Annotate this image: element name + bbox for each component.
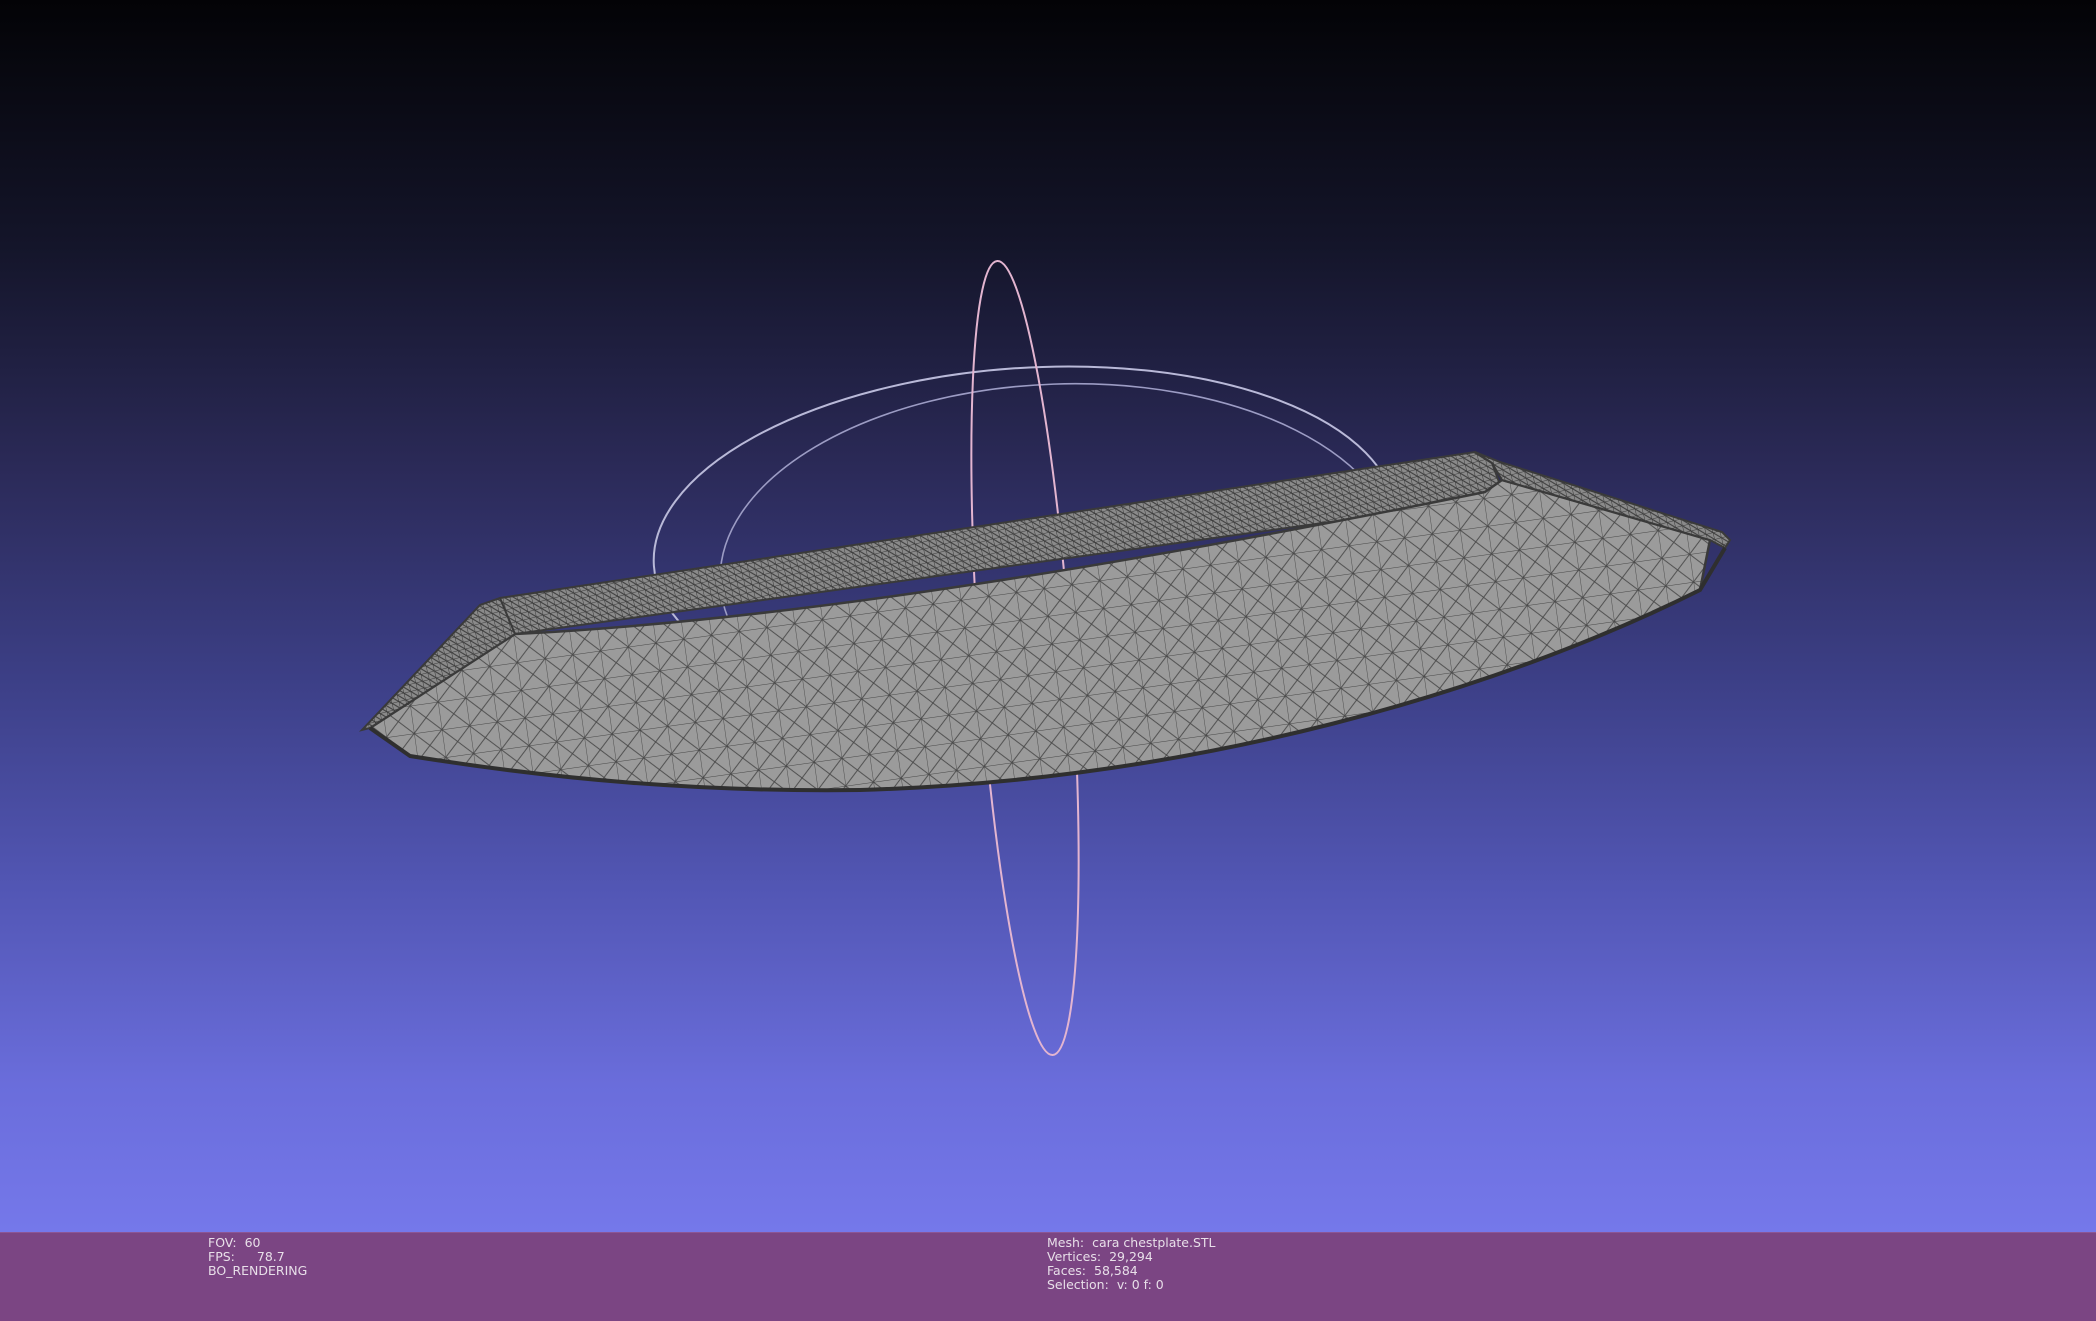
mesh-info: Mesh: cara chestplate.STL Vertices: 29,294…	[1047, 1236, 1216, 1292]
render-mode: BO_RENDERING	[208, 1263, 308, 1278]
3d-viewport[interactable]	[0, 0, 2096, 1232]
fov-label: FOV:	[208, 1235, 237, 1250]
fps-line: FPS: 78.7	[208, 1250, 307, 1264]
mesh-line: Mesh: cara chestplate.STL	[1047, 1236, 1216, 1250]
faces-label: Faces:	[1047, 1263, 1086, 1278]
selection-value: v: 0 f: 0	[1116, 1277, 1164, 1292]
faces-line: Faces: 58,584	[1047, 1264, 1216, 1278]
fps-value: 78.7	[256, 1249, 285, 1264]
fov-value: 60	[244, 1235, 261, 1250]
mesh-name: cara chestplate.STL	[1092, 1235, 1216, 1250]
selection-label: Selection:	[1047, 1277, 1109, 1292]
vertices-line: Vertices: 29,294	[1047, 1250, 1216, 1264]
mesh-model[interactable]	[358, 450, 1732, 793]
selection-line: Selection: v: 0 f: 0	[1047, 1278, 1216, 1292]
vertices-label: Vertices:	[1047, 1249, 1102, 1264]
status-bar: FOV: 60 FPS: 78.7 BO_RENDERING Mesh: cara c…	[0, 1232, 2096, 1321]
render-mode-line: BO_RENDERING	[208, 1264, 307, 1278]
scene-canvas[interactable]	[0, 0, 2096, 1232]
mesh-label: Mesh:	[1047, 1235, 1085, 1250]
vertices-count: 29,294	[1109, 1249, 1153, 1264]
fov-line: FOV: 60	[208, 1236, 307, 1250]
fps-label: FPS:	[208, 1249, 235, 1264]
render-info: FOV: 60 FPS: 78.7 BO_RENDERING	[208, 1236, 307, 1278]
faces-count: 58,584	[1094, 1263, 1138, 1278]
